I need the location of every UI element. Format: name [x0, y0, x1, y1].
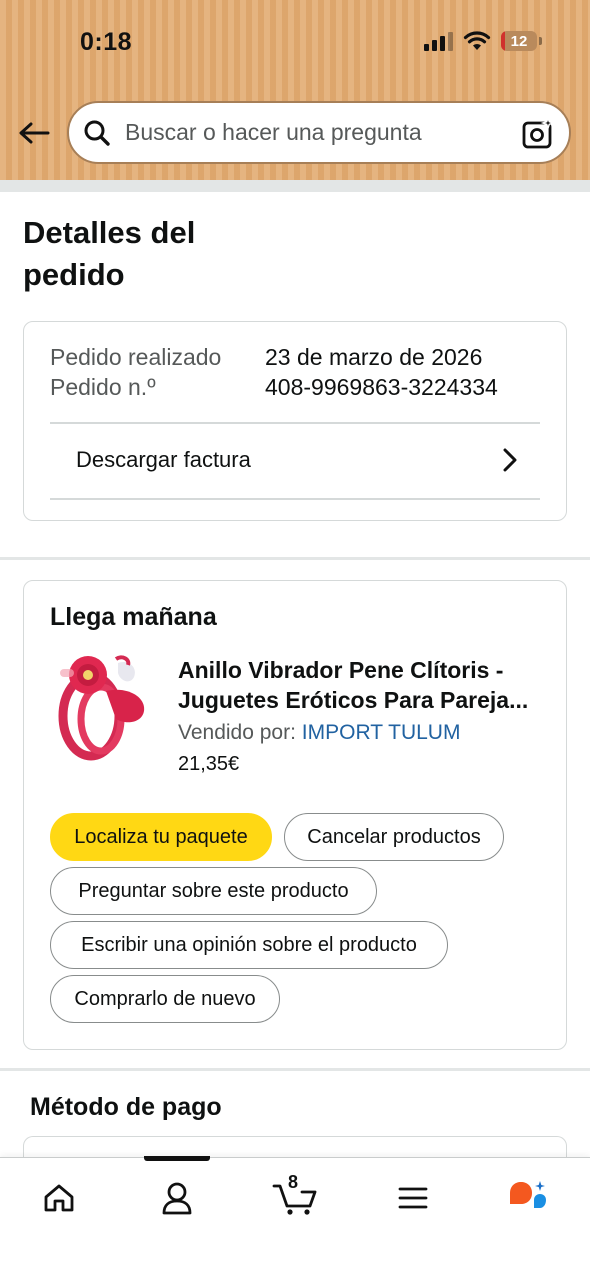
- page-title: Detalles del pedido: [23, 215, 196, 292]
- battery-level: 12: [510, 32, 528, 50]
- payment-method-title: Método de pago: [30, 1093, 222, 1121]
- account-icon: [162, 1182, 192, 1215]
- track-package-button[interactable]: Localiza tu paquete: [50, 813, 272, 861]
- section-separator: [0, 1068, 590, 1071]
- order-number-row: Pedido n.º 408-9969863-3224334: [50, 374, 498, 401]
- nav-account[interactable]: [155, 1178, 199, 1218]
- search-icon: [83, 118, 113, 148]
- product-price: 21,35€: [178, 753, 240, 775]
- active-tab-indicator: [144, 1156, 210, 1161]
- wifi-icon: [463, 31, 491, 50]
- header-divider: [0, 180, 590, 192]
- bottom-navigation: 8: [0, 1156, 590, 1280]
- status-time: 0:18: [80, 28, 133, 56]
- order-date-value: 23 de marzo de 2026: [265, 344, 483, 370]
- sold-by: Vendido por: IMPORT TULUM: [178, 721, 460, 745]
- nav-rufus[interactable]: [506, 1178, 550, 1218]
- divider: [50, 498, 540, 500]
- download-invoice-link[interactable]: Descargar factura: [50, 424, 540, 496]
- cart-count: 8: [288, 1172, 299, 1192]
- product-title[interactable]: Anillo Vibrador Pene Clítoris - Juguetes…: [178, 655, 548, 715]
- back-button[interactable]: [16, 115, 52, 151]
- battery-icon: 12: [501, 31, 542, 51]
- home-icon: [44, 1184, 74, 1212]
- write-review-button[interactable]: Escribir una opinión sobre el producto: [50, 921, 448, 969]
- nav-menu[interactable]: [391, 1178, 435, 1218]
- chevron-right-icon: [503, 448, 517, 472]
- menu-icon: [398, 1187, 428, 1209]
- shipment-card: Llega mañana Anillo Vibrador Pene Clítor…: [23, 580, 567, 1050]
- cancel-items-button[interactable]: Cancelar productos: [284, 813, 504, 861]
- search-bar[interactable]: [67, 101, 571, 164]
- order-number-value: 408-9969863-3224334: [265, 374, 498, 400]
- buy-again-button[interactable]: Comprarlo de nuevo: [50, 975, 280, 1023]
- product-image[interactable]: [46, 651, 158, 761]
- nav-home[interactable]: [37, 1178, 81, 1218]
- section-separator: [0, 557, 590, 560]
- seller-link[interactable]: IMPORT TULUM: [302, 721, 461, 744]
- order-date-label: Pedido realizado: [50, 344, 222, 370]
- sold-by-label: Vendido por:: [178, 721, 296, 744]
- download-invoice-label: Descargar factura: [76, 447, 251, 472]
- order-date-row: Pedido realizado 23 de marzo de 2026: [50, 344, 482, 371]
- order-info-card: Pedido realizado 23 de marzo de 2026 Ped…: [23, 321, 567, 521]
- rufus-icon: [510, 1181, 546, 1208]
- nav-cart[interactable]: 8: [270, 1172, 320, 1218]
- cellular-signal-icon: [424, 31, 453, 51]
- status-icons: 12: [424, 30, 542, 52]
- search-input[interactable]: [125, 119, 505, 146]
- app-header: 0:18 12: [0, 0, 590, 180]
- ask-product-question-button[interactable]: Preguntar sobre este producto: [50, 867, 377, 915]
- order-number-label: Pedido n.º: [50, 374, 156, 400]
- delivery-status: Llega mañana: [50, 603, 217, 631]
- back-arrow-icon: [19, 122, 50, 144]
- camera-scan-icon[interactable]: [521, 115, 556, 151]
